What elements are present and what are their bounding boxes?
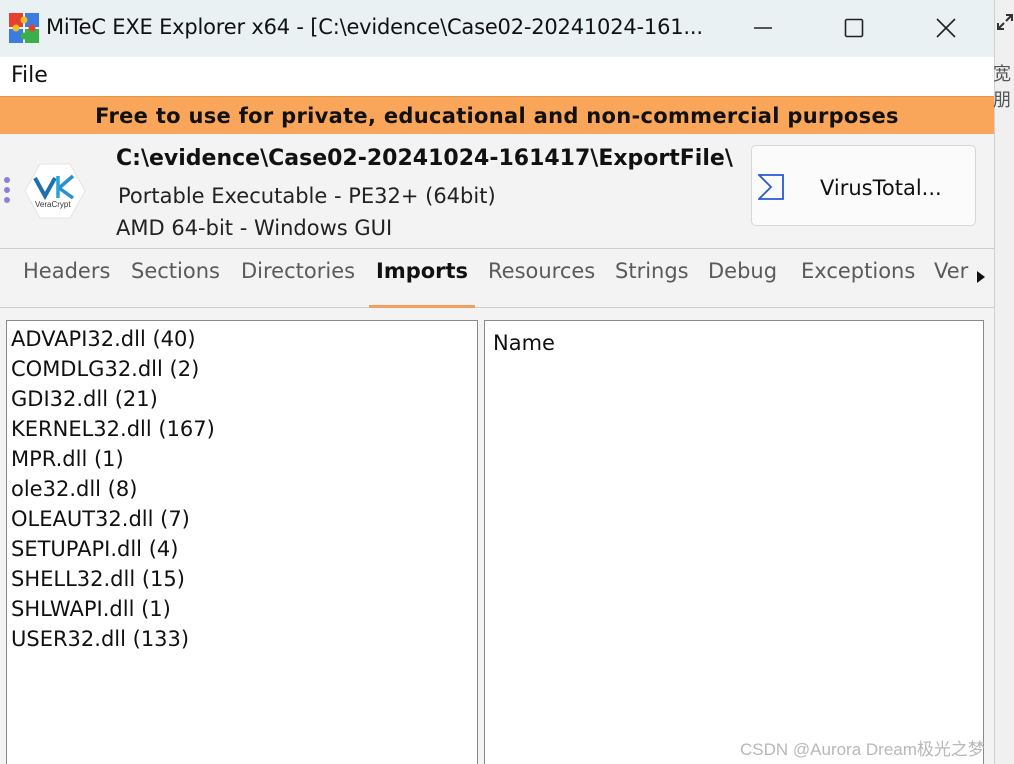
virustotal-icon <box>758 174 784 200</box>
list-item[interactable]: USER32.dll (133) <box>11 627 189 651</box>
list-item[interactable]: SHELL32.dll (15) <box>11 567 185 591</box>
background-partial-text: 宽朋 <box>993 64 1011 111</box>
maximize-button[interactable] <box>824 8 884 48</box>
list-item[interactable]: ADVAPI32.dll (40) <box>11 327 196 351</box>
active-tab-indicator <box>369 305 475 308</box>
file-path: C:\evidence\Case02-20241024-161417\Expor… <box>116 146 733 171</box>
logo-caption: VeraCrypt <box>35 200 71 209</box>
minimize-icon <box>754 27 772 29</box>
file-architecture: AMD 64-bit - Windows GUI <box>116 216 393 240</box>
minimize-button[interactable] <box>733 8 793 48</box>
tab-bar: Headers Sections Directories Imports Res… <box>0 249 994 308</box>
column-header-name[interactable]: Name <box>493 331 555 355</box>
virustotal-label: VirusTotal... <box>820 176 942 200</box>
list-item[interactable]: KERNEL32.dll (167) <box>11 417 215 441</box>
list-item[interactable]: SHLWAPI.dll (1) <box>11 597 171 621</box>
close-button[interactable] <box>916 8 976 48</box>
tab-scroll-right-icon[interactable] <box>975 269 987 285</box>
expand-icon <box>997 14 1013 30</box>
list-item[interactable]: SETUPAPI.dll (4) <box>11 537 178 561</box>
drag-handle-icon[interactable] <box>2 176 12 208</box>
list-item[interactable]: OLEAUT32.dll (7) <box>11 507 190 531</box>
tab-headers[interactable]: Headers <box>23 259 110 283</box>
list-item[interactable]: ole32.dll (8) <box>11 477 137 501</box>
virustotal-button[interactable]: VirusTotal... <box>751 145 976 226</box>
window-title: MiTeC EXE Explorer x64 - [C:\evidence\Ca… <box>46 15 703 39</box>
app-puzzle-icon <box>9 13 39 43</box>
exe-explorer-window: MiTeC EXE Explorer x64 - [C:\evidence\Ca… <box>0 0 994 764</box>
dll-list[interactable]: ADVAPI32.dll (40) COMDLG32.dll (2) GDI32… <box>6 320 478 764</box>
title-bar[interactable]: MiTeC EXE Explorer x64 - [C:\evidence\Ca… <box>0 0 994 57</box>
watermark: CSDN @Aurora Dream极光之梦 <box>740 740 985 759</box>
tab-exceptions[interactable]: Exceptions <box>801 259 915 283</box>
tab-imports[interactable]: Imports <box>376 259 468 283</box>
function-list[interactable]: Name <box>484 320 984 764</box>
license-banner-text: Free to use for private, educational and… <box>95 103 899 128</box>
tab-strings[interactable]: Strings <box>615 259 689 283</box>
tab-sections[interactable]: Sections <box>131 259 220 283</box>
tab-resources[interactable]: Resources <box>488 259 595 283</box>
file-logo: VeraCrypt <box>24 162 86 220</box>
list-item[interactable]: COMDLG32.dll (2) <box>11 357 199 381</box>
close-icon <box>936 18 956 38</box>
license-banner: Free to use for private, educational and… <box>0 96 994 135</box>
menu-bar: File <box>0 57 994 96</box>
veracrypt-logo-icon <box>24 163 86 219</box>
list-item[interactable]: GDI32.dll (21) <box>11 387 158 411</box>
tab-directories[interactable]: Directories <box>241 259 355 283</box>
background-window-edge: 宽朋 <box>993 0 1014 764</box>
file-format: Portable Executable - PE32+ (64bit) <box>118 184 496 208</box>
list-item[interactable]: MPR.dll (1) <box>11 447 124 471</box>
tab-version[interactable]: Ver <box>934 259 968 283</box>
tab-debug[interactable]: Debug <box>708 259 777 283</box>
maximize-icon <box>844 18 864 38</box>
menu-file[interactable]: File <box>11 63 48 88</box>
